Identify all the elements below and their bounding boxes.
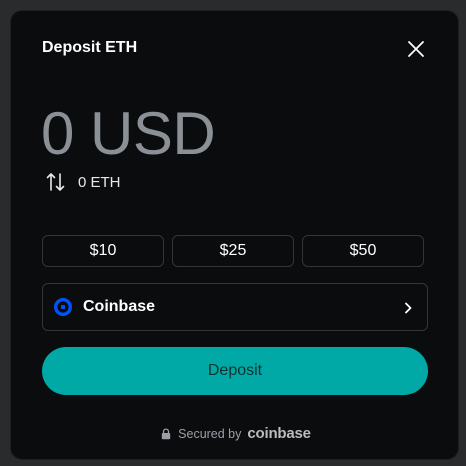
deposit-button[interactable]: Deposit (42, 347, 428, 395)
modal-title: Deposit ETH (42, 39, 138, 56)
lock-icon (161, 427, 171, 439)
preset-25-button[interactable]: $25 (172, 235, 294, 267)
swap-arrows-icon (46, 173, 65, 191)
coinbase-logo-icon (54, 298, 72, 316)
crypto-amount: 0 ETH (78, 173, 121, 191)
provider-name: Coinbase (83, 298, 156, 315)
currency-swap-toggle[interactable]: 0 ETH (46, 171, 121, 193)
payment-provider-selector[interactable]: Coinbase (42, 283, 428, 331)
close-button[interactable] (404, 37, 428, 61)
preset-50-button[interactable]: $50 (302, 235, 424, 267)
secured-by-label: Secured by (178, 426, 242, 441)
secured-by-footer: Secured by coinbase (11, 425, 460, 442)
deposit-modal: Deposit ETH 0 USD 0 ETH $10 $25 $50 Coin… (10, 10, 459, 460)
preset-amounts: $10 $25 $50 (42, 235, 424, 267)
chevron-right-icon (405, 302, 412, 314)
fiat-amount: 0 USD (41, 100, 216, 167)
coinbase-wordmark: coinbase (247, 425, 311, 442)
close-icon (408, 41, 424, 57)
preset-10-button[interactable]: $10 (42, 235, 164, 267)
